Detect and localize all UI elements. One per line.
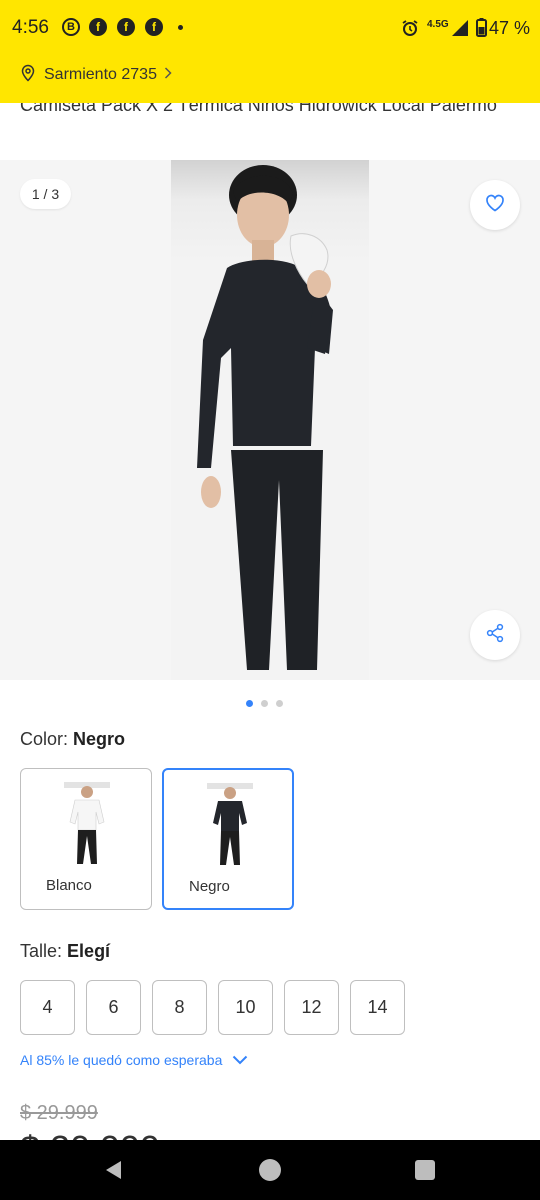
gallery-counter: 1 / 3 <box>20 179 71 209</box>
original-price: $ 29.999 <box>20 1102 98 1124</box>
location-pin-icon <box>20 64 36 87</box>
home-icon[interactable] <box>259 1159 281 1181</box>
size-option[interactable]: 14 <box>350 980 405 1035</box>
product-gallery[interactable]: 1 / 3 <box>0 160 540 680</box>
system-navigation-bar <box>0 1140 540 1200</box>
app-header: 4:56 B f f f 4.5G 47 % Sarmiento 2735 <box>0 0 540 103</box>
product-photo-figure <box>197 165 333 670</box>
gallery-pagination <box>246 700 283 707</box>
fit-feedback-text: Al 85% le quedó como esperaba <box>20 1052 223 1068</box>
product-photo[interactable] <box>171 160 369 680</box>
heart-icon <box>485 194 505 217</box>
color-option-label: Blanco <box>46 877 92 894</box>
pagination-dot[interactable] <box>261 700 268 707</box>
battery-percent: 47 % <box>489 18 531 38</box>
color-thumb-white <box>64 782 110 864</box>
color-option-blanco[interactable]: Blanco <box>20 768 152 910</box>
size-label-row: Talle: Elegí <box>20 941 110 962</box>
size-option[interactable]: 10 <box>218 980 273 1035</box>
favorite-button[interactable] <box>470 180 520 230</box>
chevron-right-icon <box>164 66 172 84</box>
color-option-label: Negro <box>189 878 230 895</box>
size-option[interactable]: 6 <box>86 980 141 1035</box>
size-options: 4 6 8 10 12 14 <box>20 980 405 1035</box>
facebook-notification-icon: f <box>145 18 163 36</box>
share-icon <box>485 623 505 648</box>
bitcoin-notification-icon: B <box>62 18 80 36</box>
status-time: 4:56 <box>12 17 49 38</box>
color-label: Color: <box>20 729 69 749</box>
recent-apps-icon[interactable] <box>415 1160 435 1180</box>
battery-icon <box>476 18 487 42</box>
network-type: 4.5G <box>427 19 449 30</box>
current-price: $ 20.999 <box>20 1128 160 1140</box>
size-label: Talle: <box>20 941 63 961</box>
color-thumb-black <box>207 783 253 865</box>
back-icon[interactable] <box>104 1160 124 1185</box>
chevron-down-icon <box>222 1052 248 1068</box>
share-button[interactable] <box>470 610 520 660</box>
size-option[interactable]: 8 <box>152 980 207 1035</box>
status-bar: 4:56 B f f f 4.5G 47 % <box>0 0 540 56</box>
pagination-dot[interactable] <box>276 700 283 707</box>
facebook-notification-icon: f <box>117 18 135 36</box>
delivery-address[interactable]: Sarmiento 2735 <box>20 64 172 86</box>
alarm-icon <box>401 19 419 42</box>
pagination-dot-active[interactable] <box>246 700 253 707</box>
size-selected: Elegí <box>67 941 111 961</box>
fit-feedback-link[interactable]: Al 85% le quedó como esperaba <box>20 1052 248 1068</box>
current-price-clip: $ 20.999 <box>0 1128 540 1140</box>
address-text: Sarmiento 2735 <box>44 66 157 83</box>
signal-icon <box>451 19 469 42</box>
color-selected: Negro <box>73 729 126 749</box>
facebook-notification-icon: f <box>89 18 107 36</box>
more-notifications-icon <box>178 25 183 30</box>
color-label-row: Color: Negro <box>20 729 125 750</box>
color-option-negro[interactable]: Negro <box>162 768 294 910</box>
size-option[interactable]: 12 <box>284 980 339 1035</box>
size-option[interactable]: 4 <box>20 980 75 1035</box>
